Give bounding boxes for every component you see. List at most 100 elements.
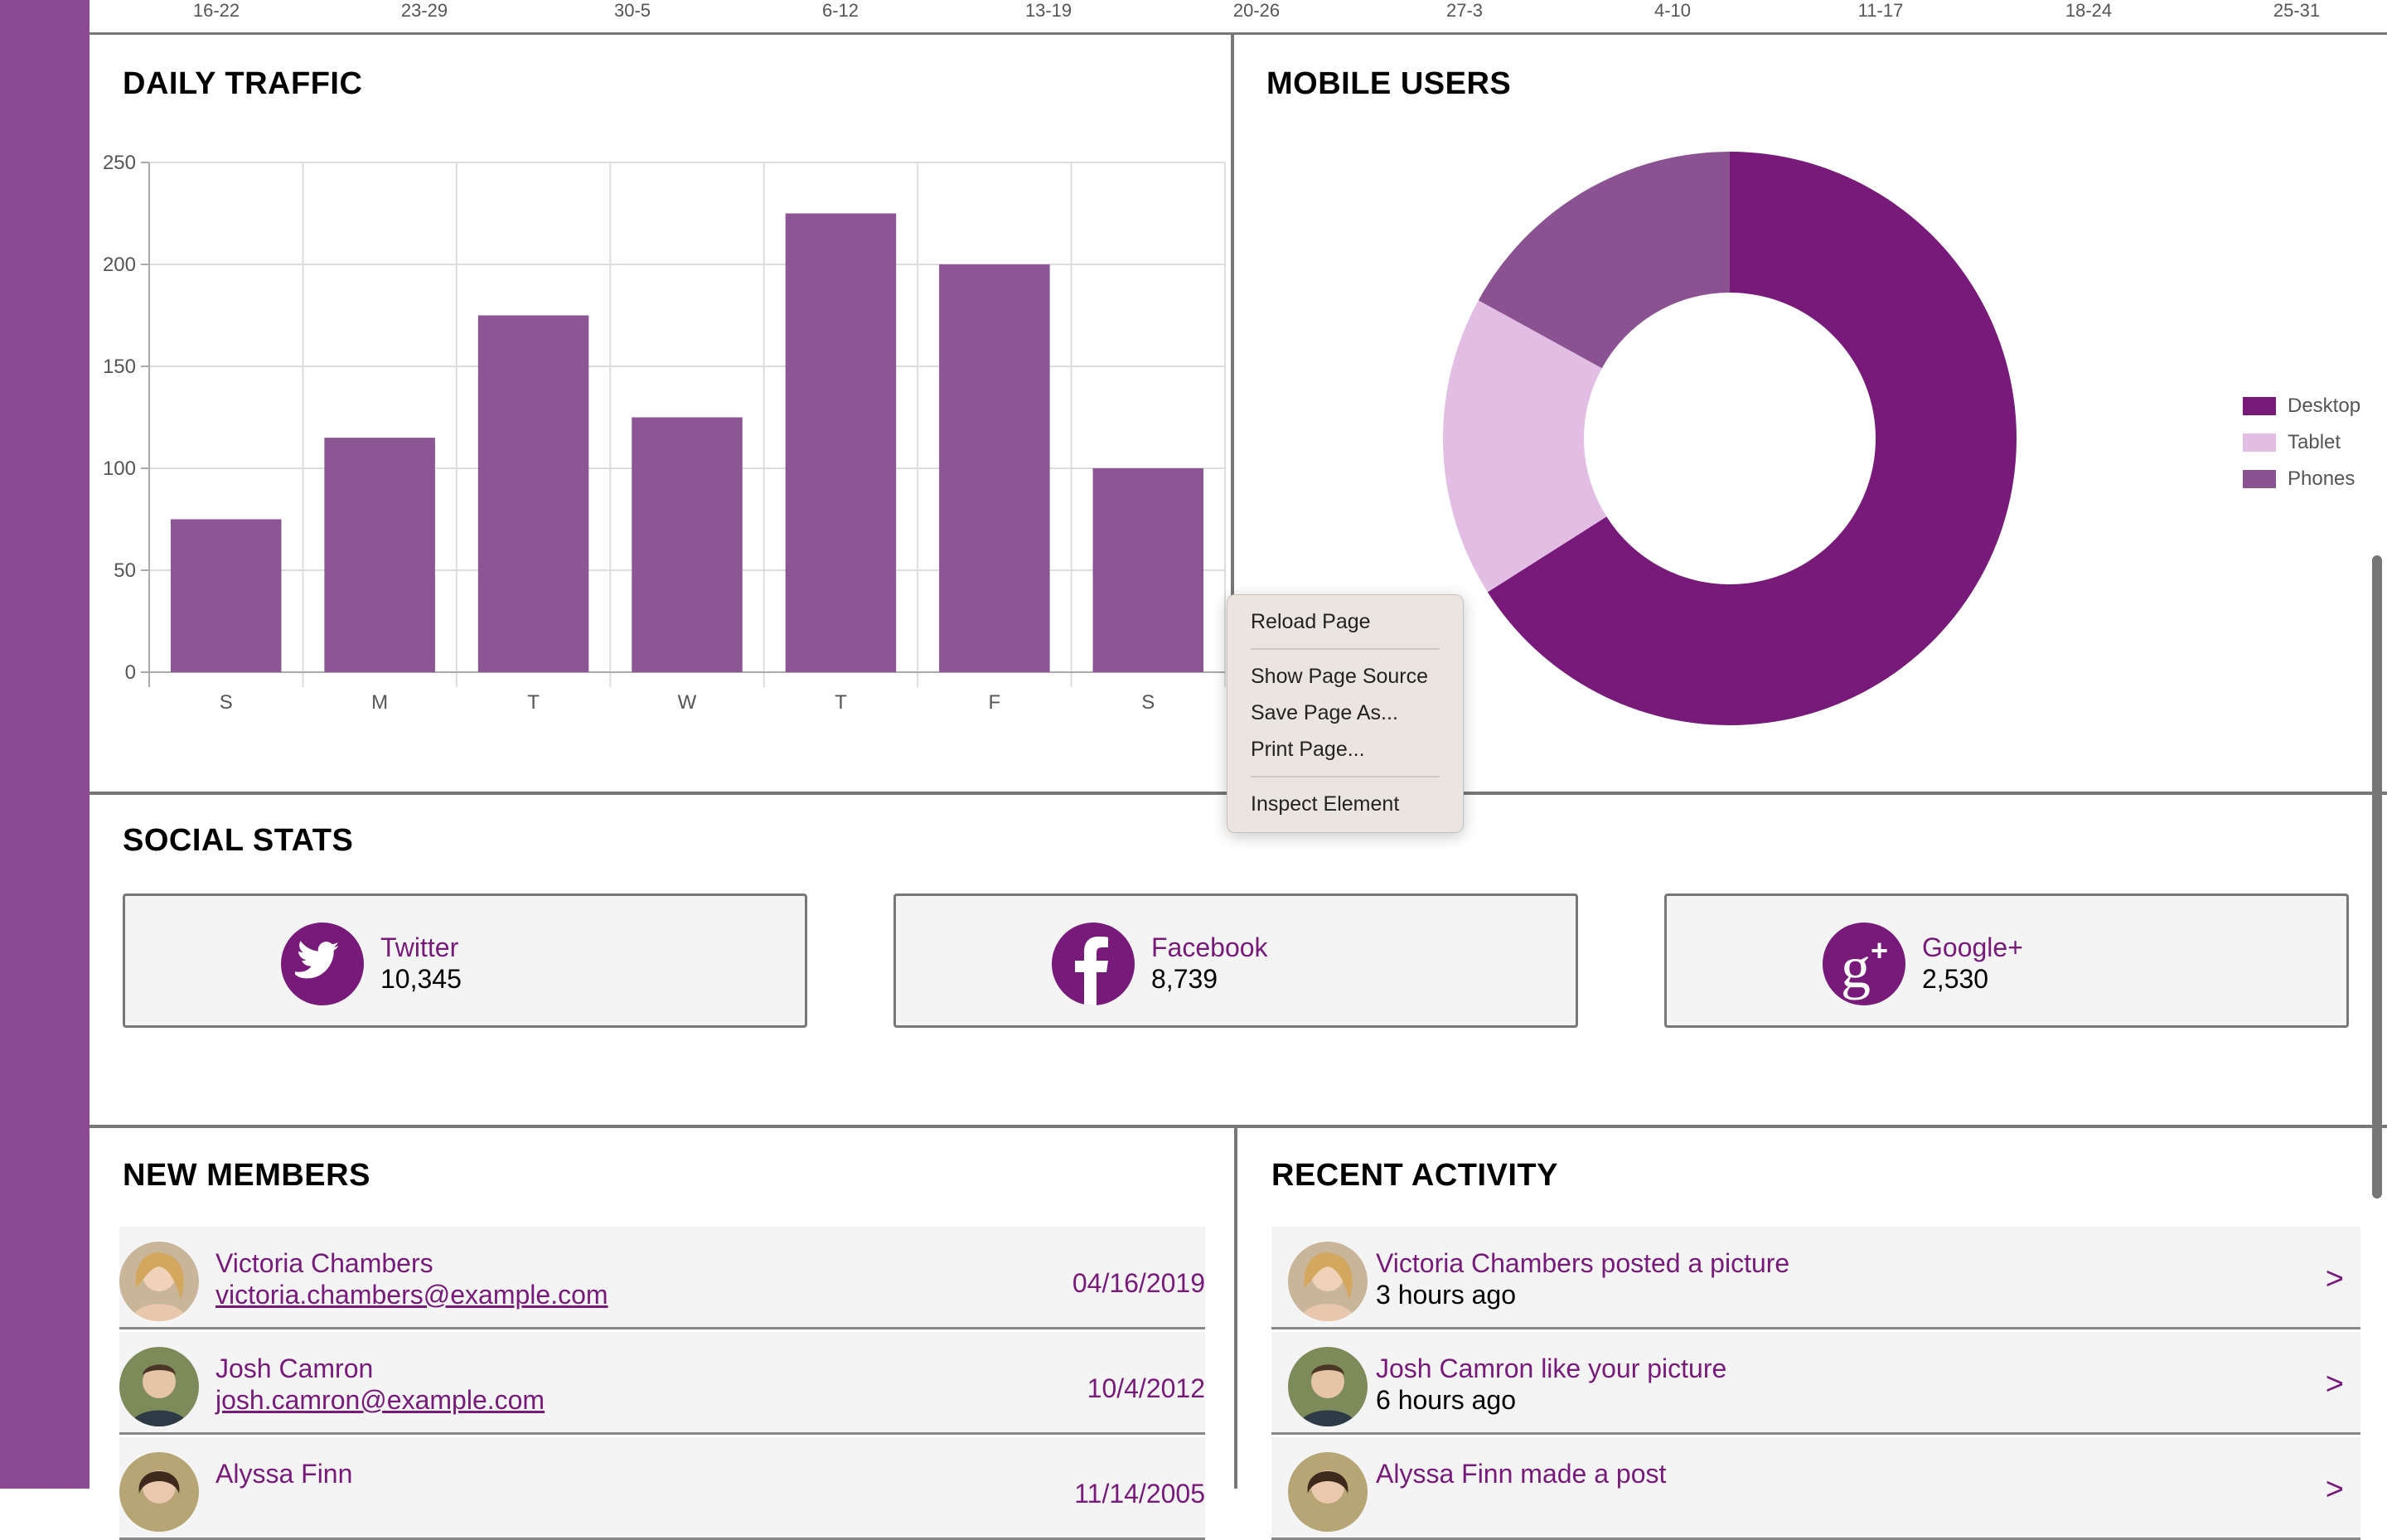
avatar <box>119 1242 199 1321</box>
sidebar-strip <box>0 0 90 1489</box>
top-axis-tick: 25-31 <box>2273 0 2321 21</box>
avatar <box>1288 1347 1368 1426</box>
member-email-link[interactable]: josh.camron@example.com <box>215 1385 545 1416</box>
y-tick-label: 200 <box>103 254 136 276</box>
twitter-icon <box>281 923 364 1005</box>
x-tick-label: W <box>678 691 697 714</box>
top-axis-tick: 20-26 <box>1232 0 1281 21</box>
bar[interactable] <box>632 417 743 673</box>
y-tick-label: 0 <box>125 661 136 684</box>
twitter-label: Twitter <box>380 932 459 962</box>
section-divider-2 <box>90 1125 2387 1128</box>
top-axis-tick: 16-22 <box>192 0 240 21</box>
activity-row[interactable]: Victoria Chambers posted a picture 3 hou… <box>1271 1227 2360 1329</box>
member-name[interactable]: Alyssa Finn <box>215 1459 352 1489</box>
menu-item-show-page-source[interactable]: Show Page Source <box>1251 665 1428 689</box>
daily-traffic-chart: 0 50 100 150 200 250 S M T W T F S <box>103 152 1226 714</box>
top-axis-tick: 30-5 <box>613 0 651 21</box>
top-axis-tick: 11-17 <box>1857 0 1904 21</box>
activity-text[interactable]: Alyssa Finn made a post <box>1376 1459 1666 1489</box>
menu-item-save-page-as[interactable]: Save Page As... <box>1251 701 1398 725</box>
activity-text[interactable]: Victoria Chambers posted a picture <box>1376 1248 1789 1279</box>
activity-text[interactable]: Josh Camron like your picture <box>1376 1354 1726 1384</box>
panel-divider-bottom <box>1234 1125 1237 1489</box>
recent-activity-title: RECENT ACTIVITY <box>1271 1158 1558 1193</box>
legend-item-phones[interactable]: Phones <box>2243 461 2360 497</box>
legend-item-desktop[interactable]: Desktop <box>2243 388 2360 424</box>
member-name[interactable]: Josh Camron <box>215 1354 373 1384</box>
legend-label: Desktop <box>2288 395 2361 417</box>
legend-label: Tablet <box>2288 431 2341 453</box>
menu-item-print-page[interactable]: Print Page... <box>1251 738 1365 762</box>
page-scrollbar[interactable] <box>2372 555 2382 1199</box>
x-tick-label: M <box>371 691 388 714</box>
facebook-count: 8,739 <box>1151 964 1218 994</box>
bar[interactable] <box>939 264 1050 672</box>
member-row[interactable]: Alyssa Finn 11/14/2005 <box>119 1437 1205 1540</box>
twitter-card[interactable]: Twitter 10,345 <box>123 893 807 1028</box>
avatar <box>1288 1242 1368 1321</box>
member-email-link[interactable]: victoria.chambers@example.com <box>215 1280 608 1310</box>
bar[interactable] <box>477 315 589 673</box>
legend-swatch <box>2243 433 2276 452</box>
y-tick-label: 250 <box>103 152 136 174</box>
menu-item-inspect-element[interactable]: Inspect Element <box>1251 792 1399 816</box>
x-tick-label: S <box>1141 691 1155 714</box>
svg-text:+: + <box>1871 933 1888 967</box>
bar[interactable] <box>785 213 897 673</box>
x-tick-label: T <box>835 691 847 714</box>
social-stats-title: SOCIAL STATS <box>123 823 354 858</box>
member-date: 04/16/2019 <box>1072 1268 1205 1298</box>
menu-separator <box>1251 648 1440 650</box>
avatar <box>119 1452 199 1532</box>
google-plus-card[interactable]: g + Google+ 2,530 <box>1664 893 2349 1028</box>
y-tick-label: 100 <box>103 458 136 480</box>
mobile-users-legend: Desktop Tablet Phones <box>2243 388 2360 497</box>
x-tick-label: S <box>220 691 233 714</box>
facebook-icon <box>1052 923 1135 1005</box>
activity-time: 3 hours ago <box>1376 1280 1517 1310</box>
legend-swatch <box>2243 397 2276 415</box>
y-tick-label: 150 <box>103 356 136 378</box>
avatar <box>1288 1452 1368 1532</box>
activity-time: 6 hours ago <box>1376 1385 1517 1415</box>
bar[interactable] <box>170 519 282 673</box>
mobile-users-donut-chart <box>1443 152 2017 726</box>
x-tick-label: F <box>989 691 1001 714</box>
activity-row[interactable]: Josh Camron like your picture 6 hours ag… <box>1271 1332 2360 1435</box>
top-date-axis: 16-22 23-29 30-5 6-12 13-19 20-26 27-3 4-10 11-1… <box>90 0 2387 35</box>
member-date: 10/4/2012 <box>1087 1373 1205 1403</box>
bar[interactable] <box>1092 468 1204 672</box>
activity-row[interactable]: Alyssa Finn made a post > <box>1271 1437 2360 1540</box>
menu-separator <box>1251 776 1440 777</box>
google-plus-icon: g + <box>1823 923 1905 1005</box>
twitter-count: 10,345 <box>380 964 462 994</box>
mobile-users-title: MOBILE USERS <box>1266 66 1512 101</box>
legend-swatch <box>2243 470 2276 488</box>
activity-arrow-icon[interactable]: > <box>2326 1472 2344 1508</box>
daily-traffic-title: DAILY TRAFFIC <box>123 66 363 101</box>
facebook-card[interactable]: Facebook 8,739 <box>893 893 1578 1028</box>
legend-item-tablet[interactable]: Tablet <box>2243 424 2360 461</box>
x-tick-label: T <box>527 691 540 714</box>
activity-arrow-icon[interactable]: > <box>2326 1262 2344 1297</box>
facebook-label: Facebook <box>1151 932 1268 962</box>
top-axis-tick: 6-12 <box>821 0 859 21</box>
top-axis-line <box>90 32 2387 35</box>
member-name[interactable]: Victoria Chambers <box>215 1248 433 1279</box>
menu-item-reload-page[interactable]: Reload Page <box>1251 610 1371 634</box>
bar[interactable] <box>324 438 435 672</box>
svg-text:g: g <box>1841 934 1871 1000</box>
top-axis-tick: 27-3 <box>1445 0 1484 21</box>
google-plus-label: Google+ <box>1922 932 2023 962</box>
y-tick-label: 50 <box>114 559 136 582</box>
google-plus-count: 2,530 <box>1922 964 1989 994</box>
top-axis-tick: 23-29 <box>400 0 448 21</box>
member-row[interactable]: Josh Camron josh.camron@example.com 10/4… <box>119 1332 1205 1435</box>
legend-label: Phones <box>2288 467 2356 490</box>
member-row[interactable]: Victoria Chambers victoria.chambers@exam… <box>119 1227 1205 1329</box>
avatar <box>119 1347 199 1426</box>
activity-arrow-icon[interactable]: > <box>2326 1367 2344 1402</box>
member-date: 11/14/2005 <box>1074 1479 1205 1509</box>
top-axis-tick: 13-19 <box>1024 0 1072 21</box>
